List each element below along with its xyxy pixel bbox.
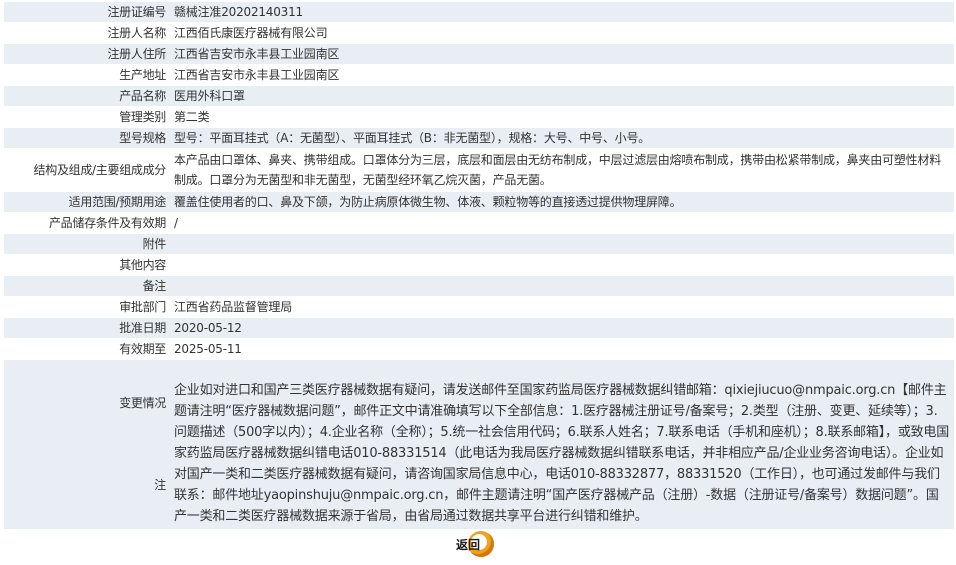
row-label: 产品名称 [4,85,172,107]
row-label: 备注 [4,275,172,297]
row-registrant-address: 注册人住所 江西省吉安市永丰县工业园南区 [4,43,954,65]
row-value: 江西省吉安市永丰县工业园南区 [172,43,954,65]
row-value: 江西佰氏康医疗器械有限公司 [172,22,954,44]
row-model-spec: 型号规格 型号：平面耳挂式（A：无菌型）、平面耳挂式（B：非无菌型），规格：大号… [4,127,954,149]
row-value: 本产品由口罩体、鼻夹、携带组成。口罩体分为三层，底层和面层由无纺布制成，中层过滤… [172,148,954,192]
row-label: 型号规格 [4,127,172,149]
row-label: 审批部门 [4,296,172,318]
row-label: 附件 [4,233,172,255]
row-production-address: 生产地址 江西省吉安市永丰县工业园南区 [4,64,954,86]
row-product-name: 产品名称 医用外科口罩 [4,85,954,107]
row-value: 江西省吉安市永丰县工业园南区 [172,64,954,86]
row-label: 其他内容 [4,254,172,276]
row-value: 覆盖住使用者的口、鼻及下颌，为防止病原体微生物、体液、颗粒物等的直接透过提供物理… [172,191,954,213]
row-label: 管理类别 [4,106,172,128]
row-label: 注册人名称 [4,22,172,44]
row-remarks: 备注 [4,275,954,297]
row-label: 产品储存条件及有效期 [4,212,172,234]
return-button[interactable]: 返回 [454,530,504,558]
row-label: 结构及组成/主要组成成分 [4,148,172,192]
note-text: 企业如对进口和国产三类医疗器械数据有疑问，请发送邮件至国家药监局医疗器械数据纠错… [172,359,954,530]
row-other-content: 其他内容 [4,254,954,276]
row-approval-department: 审批部门 江西省药品监督管理局 [4,296,954,318]
row-storage-validity: 产品储存条件及有效期 / [4,212,954,234]
registration-detail-table: 注册证编号 赣械注准20202140311 注册人名称 江西佰氏康医疗器械有限公… [4,2,954,530]
row-value [172,254,954,276]
row-intended-use: 适用范围/预期用途 覆盖住使用者的口、鼻及下颌，为防止病原体微生物、体液、颗粒物… [4,191,954,213]
row-label: 适用范围/预期用途 [4,191,172,213]
row-change-and-note: 变更情况 注 企业如对进口和国产三类医疗器械数据有疑问，请发送邮件至国家药监局医… [4,359,954,530]
row-value: 江西省药品监督管理局 [172,296,954,318]
row-value: 2025-05-11 [172,338,954,360]
return-button-label: 返回 [456,538,481,552]
change-label: 变更情况 [119,395,166,410]
return-button-wrap: 返回 [454,530,504,558]
row-label: 有效期至 [4,338,172,360]
row-label-change-and-note: 变更情况 注 [4,359,172,530]
row-value [172,275,954,297]
row-label: 批准日期 [4,317,172,339]
row-label: 注册证编号 [4,2,172,23]
row-value: 2020-05-12 [172,317,954,339]
row-attachment: 附件 [4,233,954,255]
row-registrant-name: 注册人名称 江西佰氏康医疗器械有限公司 [4,22,954,44]
row-value: / [172,212,954,234]
row-label: 生产地址 [4,64,172,86]
row-value: 第二类 [172,106,954,128]
row-label: 注册人住所 [4,43,172,65]
row-management-category: 管理类别 第二类 [4,106,954,128]
row-value: 医用外科口罩 [172,85,954,107]
row-valid-until: 有效期至 2025-05-11 [4,338,954,360]
note-label: 注 [154,477,166,492]
row-value: 赣械注准20202140311 [172,2,954,23]
row-registration-number: 注册证编号 赣械注准20202140311 [4,2,954,23]
row-approval-date: 批准日期 2020-05-12 [4,317,954,339]
row-structure-composition: 结构及组成/主要组成成分 本产品由口罩体、鼻夹、携带组成。口罩体分为三层，底层和… [4,148,954,192]
row-value [172,233,954,255]
row-value: 型号：平面耳挂式（A：无菌型）、平面耳挂式（B：非无菌型），规格：大号、中号、小… [172,127,954,149]
